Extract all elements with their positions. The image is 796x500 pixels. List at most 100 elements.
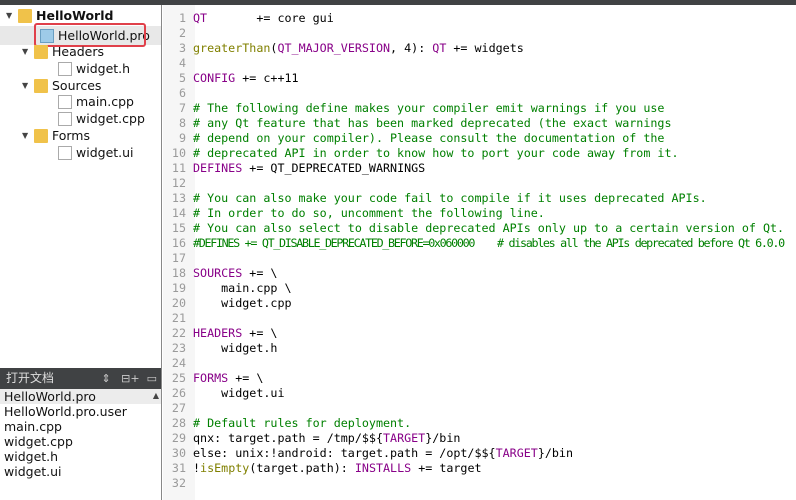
code-line[interactable]: 31 !isEmpty(target.path): INSTALLS += tar… [163, 461, 793, 476]
code-text: main.cpp \ [193, 281, 292, 296]
code-line[interactable]: 8 # any Qt feature that has been marked d… [163, 116, 793, 131]
code-editor[interactable]: 1 QT += core gui 2 3 greaterThan(QT_MAJOR_VE… [163, 11, 793, 491]
code-text: QT += core gui [193, 11, 334, 26]
scroll-up-icon[interactable]: ▲ [153, 391, 159, 400]
code-text: # depend on your compiler). Please consu… [193, 131, 664, 146]
code-line[interactable]: 5 CONFIG += c++11 [163, 71, 793, 86]
code-token: # Default rules for deployment. [193, 416, 412, 430]
code-line[interactable]: 25 FORMS += \ [163, 371, 793, 386]
tree-item-file[interactable]: widget.cpp [58, 110, 145, 127]
code-token: # In order to do so, uncomment the follo… [193, 206, 545, 220]
code-line[interactable]: 30 else: unix:!android: target.path = /op… [163, 446, 793, 461]
line-number: 30 [171, 446, 186, 460]
code-token: # depend on your compiler). Please consu… [193, 131, 665, 145]
code-line[interactable]: 22 HEADERS += \ [163, 326, 793, 341]
split-icon[interactable]: ⊟+ [121, 372, 139, 385]
code-token: , 4): [390, 41, 433, 55]
open-document-item[interactable]: widget.ui [0, 464, 161, 479]
code-token: else: unix:!android: target.path = /opt/… [193, 446, 496, 460]
sources-folder-icon [34, 78, 48, 93]
code-token: # deprecated API in order to know how to… [193, 146, 679, 160]
tree-item-forms[interactable]: ▼ Forms [22, 127, 90, 144]
code-line[interactable]: 9 # depend on your compiler). Please cons… [163, 131, 793, 146]
code-text: qnx: target.path = /tmp/$${TARGET}/bin [193, 431, 460, 446]
line-number: 16 [171, 236, 186, 250]
code-token: main.cpp \ [193, 281, 292, 295]
code-line[interactable]: 19 main.cpp \ [163, 281, 793, 296]
chevron-down-icon[interactable]: ▼ [22, 43, 30, 60]
code-text: else: unix:!android: target.path = /opt/… [193, 446, 573, 461]
code-line[interactable]: 16 #DEFINES += QT_DISABLE_DEPRECATED_BEFO… [163, 236, 793, 251]
code-line[interactable]: 7 # The following define makes your compi… [163, 101, 793, 116]
line-number: 8 [178, 116, 186, 130]
code-line[interactable]: 12 [163, 176, 793, 191]
code-token: FORMS [193, 371, 229, 385]
code-line[interactable]: 32 [163, 476, 793, 491]
open-document-item[interactable]: widget.cpp [0, 434, 161, 449]
code-token: += QT_DEPRECATED_WARNINGS [242, 161, 426, 175]
sidebar: ▼ HelloWorld HelloWorld.pro ▼ Headers wi… [0, 5, 162, 500]
code-token: (target.path): [249, 461, 355, 475]
sort-icon[interactable]: ⇕ [101, 372, 110, 385]
tree-item-file[interactable]: widget.h [58, 60, 130, 77]
code-token: qnx: target.path = /tmp/$${ [193, 431, 383, 445]
close-panel-icon[interactable]: ▭ [147, 372, 157, 385]
code-line[interactable]: 3 greaterThan(QT_MAJOR_VERSION, 4): QT +=… [163, 41, 793, 56]
chevron-down-icon[interactable]: ▼ [22, 127, 30, 144]
tree-item-project[interactable]: ▼ HelloWorld [6, 7, 113, 24]
code-line[interactable]: 10 # deprecated API in order to know how … [163, 146, 793, 161]
code-line[interactable]: 14 # In order to do so, uncomment the fol… [163, 206, 793, 221]
tree-item-file[interactable]: main.cpp [58, 93, 134, 110]
code-text: # deprecated API in order to know how to… [193, 146, 679, 161]
code-line[interactable]: 13 # You can also make your code fail to … [163, 191, 793, 206]
line-number: 12 [171, 176, 186, 190]
file-icon [58, 61, 72, 76]
line-number: 21 [171, 311, 186, 325]
code-line[interactable]: 17 [163, 251, 793, 266]
code-line[interactable]: 28 # Default rules for deployment. [163, 416, 793, 431]
code-token: DEFINES [193, 161, 243, 175]
code-line[interactable]: 4 [163, 56, 793, 71]
chevron-down-icon[interactable]: ▼ [6, 7, 14, 24]
code-text: !isEmpty(target.path): INSTALLS += targe… [193, 461, 482, 476]
open-document-item[interactable]: main.cpp [0, 419, 161, 434]
line-number: 31 [171, 461, 186, 475]
code-token: HEADERS [193, 326, 243, 340]
line-number: 22 [171, 326, 186, 340]
line-number: 4 [178, 56, 186, 70]
code-line[interactable]: 20 widget.cpp [163, 296, 793, 311]
code-line[interactable]: 29 qnx: target.path = /tmp/$${TARGET}/bin [163, 431, 793, 446]
line-number: 13 [171, 191, 186, 205]
code-line[interactable]: 23 widget.h [163, 341, 793, 356]
tree-item-file[interactable]: widget.ui [58, 144, 134, 161]
line-number: 29 [171, 431, 186, 445]
code-line[interactable]: 11 DEFINES += QT_DEPRECATED_WARNINGS [163, 161, 793, 176]
open-document-item[interactable]: HelloWorld.pro.user [0, 404, 161, 419]
code-token: SOURCES [193, 266, 243, 280]
code-token: += \ [228, 371, 264, 385]
chevron-down-icon[interactable]: ▼ [22, 77, 30, 94]
code-line[interactable]: 1 QT += core gui [163, 11, 793, 26]
code-text: #DEFINES += QT_DISABLE_DEPRECATED_BEFORE… [193, 236, 785, 251]
open-document-item[interactable]: widget.h [0, 449, 161, 464]
code-token: += \ [242, 266, 278, 280]
code-line[interactable]: 26 widget.ui [163, 386, 793, 401]
code-line[interactable]: 6 [163, 86, 793, 101]
code-line[interactable]: 24 [163, 356, 793, 371]
code-line[interactable]: 2 [163, 26, 793, 41]
code-line[interactable]: 27 [163, 401, 793, 416]
code-token: QT_MAJOR_VERSION [277, 41, 391, 55]
code-line[interactable]: 18 SOURCES += \ [163, 266, 793, 281]
code-token: greaterThan [193, 41, 271, 55]
tree-item-sources[interactable]: ▼ Sources [22, 77, 101, 94]
line-number: 2 [178, 26, 186, 40]
code-text: # You can also make your code fail to co… [193, 191, 707, 206]
code-line[interactable]: 21 [163, 311, 793, 326]
code-token: #DEFINES += QT_DISABLE_DEPRECATED_BEFORE… [193, 236, 785, 250]
code-token: += \ [242, 326, 278, 340]
code-token: # any Qt feature that has been marked de… [193, 116, 672, 130]
code-line[interactable]: 15 # You can also select to disable depre… [163, 221, 793, 236]
open-document-item[interactable]: HelloWorld.pro [0, 389, 161, 404]
file-icon [58, 111, 72, 126]
tree-item-headers[interactable]: ▼ Headers [22, 43, 104, 60]
